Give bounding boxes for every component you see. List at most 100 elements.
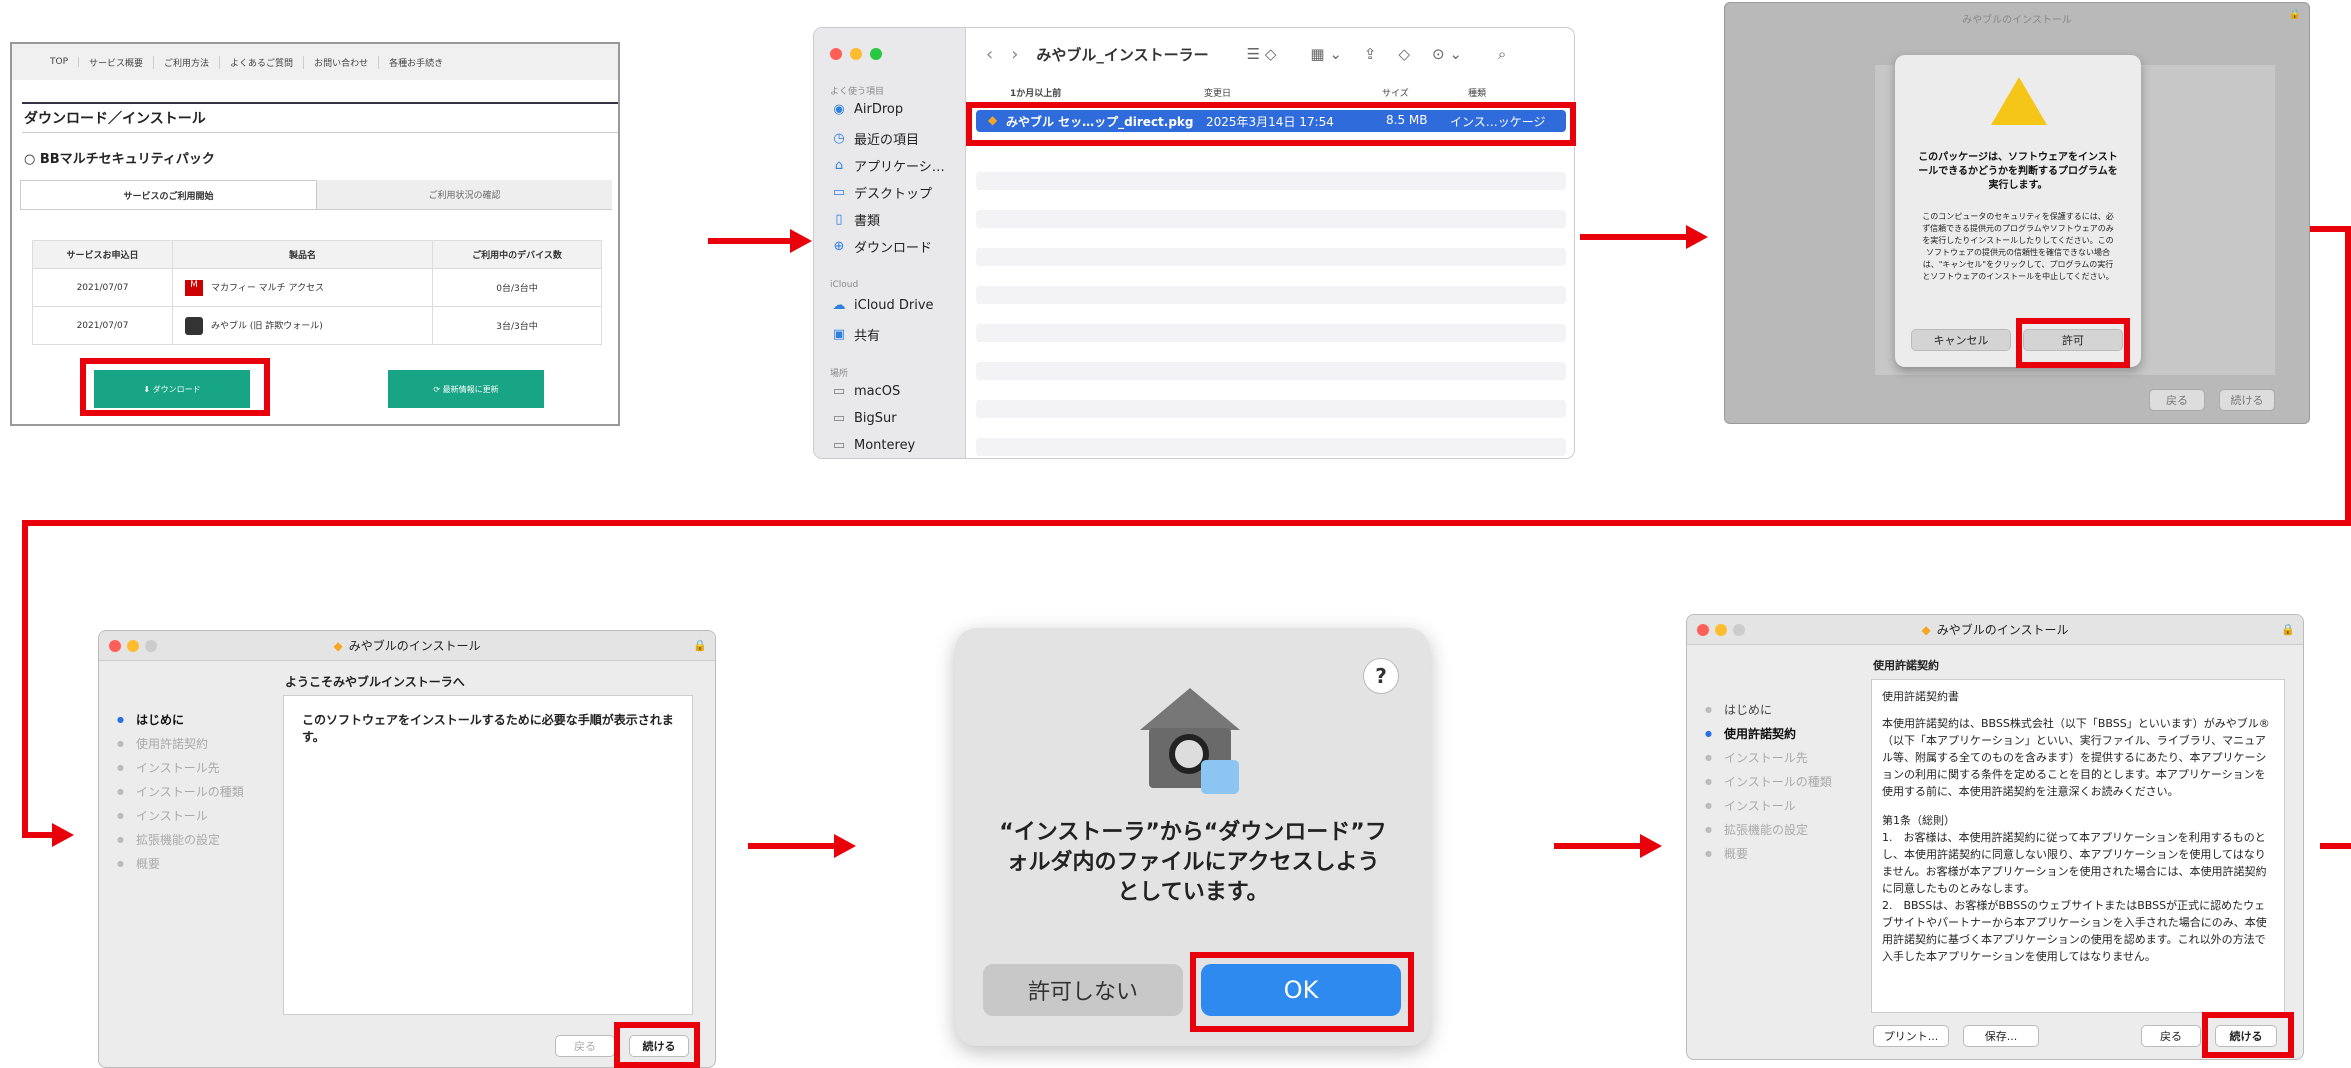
col-header-size[interactable]: サイズ — [1382, 86, 1409, 99]
print-button[interactable]: プリント... — [1873, 1025, 1949, 1047]
continue-button[interactable]: 続ける — [2219, 389, 2275, 411]
back-button[interactable]: 戻る — [2141, 1025, 2201, 1047]
save-button[interactable]: 保存... — [1963, 1025, 2039, 1047]
zoom-dot[interactable] — [870, 48, 882, 60]
sidebar-item-macos[interactable]: ▭ macOS — [832, 384, 900, 399]
sidebar-item-documents[interactable]: ▯ 書類 — [832, 210, 880, 229]
lock-icon: 🔒 — [2288, 9, 2301, 20]
back-icon[interactable]: ‹ — [986, 44, 993, 65]
allow-button[interactable]: 許可 — [2023, 329, 2123, 351]
empty-row — [976, 438, 1566, 456]
nav-item[interactable]: サービス概要 — [79, 55, 155, 69]
content-box: このソフトウェアをインストールするために必要な手順が表示されます。 — [283, 695, 693, 1015]
empty-row — [976, 362, 1566, 380]
nav-item[interactable]: ご利用方法 — [154, 55, 221, 69]
step-item: インストール先 — [1705, 745, 1832, 769]
tab-bar: サービスのご利用開始 ご利用状況の確認 — [20, 180, 612, 210]
sidebar-item-label: 最近の項目 — [854, 133, 920, 148]
license-text-box[interactable]: 使用許諾契約書 本使用許諾契約は、BBSS株式会社（以下「BBSS」といいます）… — [1871, 679, 2285, 1013]
flow-connector-stub — [22, 832, 54, 838]
flow-connector-right — [2304, 226, 2351, 232]
step-item: 概要 — [117, 851, 244, 875]
step-list: はじめに 使用許諾契約 インストール先 インストールの種類 インストール 拡張機… — [1705, 697, 1832, 865]
column-headers: 1か月以上前 変更日 サイズ 種類 — [984, 86, 1574, 106]
close-dot[interactable] — [1697, 624, 1709, 636]
devices-cell: 3台/3台中 — [432, 306, 602, 345]
step-item: 概要 — [1705, 841, 1832, 865]
installer-house-icon — [1135, 688, 1245, 798]
step-item: インストール先 — [117, 755, 244, 779]
zoom-dot[interactable] — [145, 640, 157, 652]
minimize-dot[interactable] — [1715, 624, 1727, 636]
package-icon: ◆ — [988, 113, 998, 127]
sidebar-item-monterey[interactable]: ▭ Monterey — [832, 438, 915, 453]
divider — [22, 132, 618, 133]
search-icon[interactable]: ⌕ — [1498, 45, 1506, 63]
nav-item[interactable]: TOP — [40, 57, 80, 67]
sidebar-item-label: ダウンロード — [854, 241, 933, 256]
dialog-heading: このパッケージは、ソフトウェアをインストールできるかどうかを判断するプログラムを… — [1918, 152, 2118, 191]
clock-icon: ◷ — [833, 131, 845, 146]
sidebar-item-label: アプリケーシ… — [854, 160, 945, 175]
deny-button[interactable]: 許可しない — [983, 964, 1183, 1016]
flow-arrow-5 — [1554, 843, 1644, 849]
nav-item[interactable]: お問い合わせ — [304, 55, 380, 69]
flow-arrow-2 — [1580, 234, 1690, 240]
empty-row — [976, 210, 1566, 228]
list-view-icon[interactable]: ☰ ◇ — [1247, 45, 1277, 63]
continue-button[interactable]: 続ける — [2215, 1025, 2277, 1047]
col-header-name[interactable]: 1か月以上前 — [1010, 86, 1061, 99]
download-icon: ⊕ — [833, 239, 845, 254]
step-item: インストールの種類 — [1705, 769, 1832, 793]
forward-icon[interactable]: › — [1011, 44, 1018, 65]
file-row-selected[interactable]: ◆ みやブル セッ…ップ_direct.pkg 2025年3月14日 17:54… — [976, 110, 1566, 132]
access-dialog: ? “インストーラ”から“ダウンロード”フォルダ内のファイルにアクセスしようとし… — [955, 628, 1430, 1046]
window-title-bar: ◆ みやブルのインストール — [99, 631, 715, 661]
share-icon[interactable]: ⇪ — [1364, 45, 1377, 63]
sidebar-item-applications[interactable]: ⌂ アプリケーシ… — [832, 156, 945, 175]
sidebar-item-icloud-drive[interactable]: ☁ iCloud Drive — [832, 298, 934, 313]
help-button[interactable]: ? — [1363, 658, 1399, 694]
nav-item[interactable]: よくあるご質問 — [220, 55, 305, 69]
download-button[interactable]: ⬇ ダウンロード — [94, 370, 250, 408]
step-item: 使用許諾契約 — [117, 731, 244, 755]
sidebar-item-downloads[interactable]: ⊕ ダウンロード — [832, 237, 932, 256]
continue-button[interactable]: 続ける — [629, 1035, 689, 1057]
more-icon[interactable]: ⊙ ⌄ — [1432, 45, 1462, 63]
col-header-kind[interactable]: 種類 — [1468, 86, 1486, 99]
package-icon: ◆ — [1921, 622, 1931, 637]
close-dot[interactable] — [109, 640, 121, 652]
col-header-date[interactable]: 変更日 — [1204, 86, 1231, 99]
sidebar-item-desktop[interactable]: ▭ デスクトップ — [832, 183, 932, 202]
tab-service-start[interactable]: サービスのご利用開始 — [20, 180, 317, 209]
minimize-dot[interactable] — [850, 48, 862, 60]
page-title: ダウンロード／インストール — [24, 111, 206, 127]
refresh-button[interactable]: ⟳ 最新情報に更新 — [388, 370, 544, 408]
close-dot[interactable] — [830, 48, 842, 60]
tag-icon[interactable]: ◇ — [1398, 45, 1410, 63]
window-title: みやブルのインストール — [1936, 623, 2069, 637]
site-nav: TOP サービス概要 ご利用方法 よくあるご質問 お問い合わせ 各種お手続き — [12, 44, 618, 80]
sidebar-section-favorites: よく使う項目 — [830, 87, 885, 97]
cancel-button[interactable]: キャンセル — [1911, 329, 2011, 351]
flow-connector-horizontal — [22, 520, 2351, 526]
zoom-dot[interactable] — [1733, 624, 1745, 636]
ok-button[interactable]: OK — [1201, 964, 1401, 1016]
disk-icon: ▭ — [832, 384, 846, 399]
group-icon[interactable]: ▦ ⌄ — [1310, 45, 1342, 63]
security-dialog: このパッケージは、ソフトウェアをインストールできるかどうかを判断するプログラムを… — [1895, 55, 2141, 367]
finder-toolbar: ‹ › みやブル_インストーラー ☰ ◇ ▦ ⌄ ⇪ ◇ ⊙ ⌄ ⌕ — [966, 28, 1574, 80]
minimize-dot[interactable] — [127, 640, 139, 652]
step-item: はじめに — [117, 707, 244, 731]
tab-usage-status[interactable]: ご利用状況の確認 — [317, 180, 612, 209]
sidebar-item-label: Monterey — [854, 438, 916, 453]
lock-icon: 🔒 — [693, 639, 707, 652]
sidebar-item-shared[interactable]: ▣ 共有 — [832, 325, 880, 344]
back-button[interactable]: 戻る — [555, 1035, 615, 1057]
back-button[interactable]: 戻る — [2149, 389, 2205, 411]
sidebar-item-recents[interactable]: ◷ 最近の項目 — [832, 129, 919, 148]
nav-item[interactable]: 各種お手続き — [379, 56, 453, 69]
sidebar-item-bigsur[interactable]: ▭ BigSur — [832, 411, 897, 426]
sidebar-item-airdrop[interactable]: ◉ AirDrop — [832, 102, 903, 117]
installer-subtitle: ようこそみやブルインストーラへ — [285, 675, 465, 689]
